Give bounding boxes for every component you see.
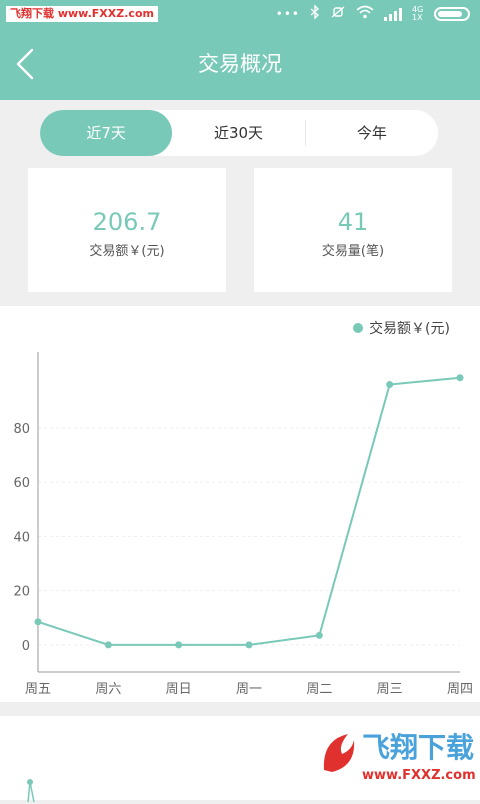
bluetooth-icon [310,4,320,22]
count-card: 41 交易量(笔) [254,168,452,292]
x-tick-label: 周四 [447,682,473,697]
data-point [315,631,323,639]
count-value: 41 [337,208,369,236]
period-tabs: 近7天 近30天 今年 [40,110,438,156]
x-tick-label: 周日 [166,682,192,697]
network-type: 4G 1X [412,4,424,22]
page-title: 交易概况 [198,52,282,76]
data-point [386,381,394,389]
status-bar: 飞翔下载 www.FXXZ.com ••• 4G 1X [0,0,480,28]
data-point [34,618,42,626]
battery-icon [434,6,470,21]
watermark-url: www.FXXZ.com [362,768,476,783]
second-chart-panel: 飞翔下载 www.FXXZ.com [0,716,480,803]
amount-value: 206.7 [92,208,162,236]
data-point [456,374,464,382]
count-label: 交易量(笔) [321,244,385,259]
y-tick-label: 20 [13,585,30,600]
x-tick-label: 周二 [306,682,332,697]
x-tick-label: 周三 [377,682,403,697]
app-header: 交易概况 [0,28,480,100]
bird-logo-icon [323,734,355,772]
mute-icon [330,5,346,22]
tab-this-year[interactable]: 今年 [306,110,438,156]
signal-icon [384,7,402,21]
amount-label: 交易额￥(元) [89,244,165,259]
data-point [175,641,183,649]
more-dots-icon: ••• [275,6,300,21]
data-point [245,641,253,649]
line-chart: 0 20 40 60 80 周五 周六 周日 周一 周二 周三 周四 [13,352,473,697]
series-line [37,376,461,646]
x-tick-label: 周五 [25,682,51,697]
x-tick-label: 周六 [95,682,121,697]
amount-card: 206.7 交易额￥(元) [28,168,226,292]
y-tick-label: 40 [13,530,30,545]
watermark-top: 飞翔下载 www.FXXZ.com [6,6,158,22]
data-point [104,641,112,649]
tab-7-days[interactable]: 近7天 [40,110,173,156]
y-tick-label: 60 [13,476,30,491]
watermark-logo: 飞翔下载 www.FXXZ.com [310,720,476,794]
status-icons: ••• 4G 1X [275,4,470,22]
tab-30-days[interactable]: 近30天 [172,110,304,156]
wifi-icon [356,5,374,22]
x-tick-label: 周一 [236,682,262,697]
y-tick-label: 0 [22,639,30,654]
watermark-brand: 飞翔下载 [362,731,475,764]
y-tick-label: 80 [13,422,30,437]
